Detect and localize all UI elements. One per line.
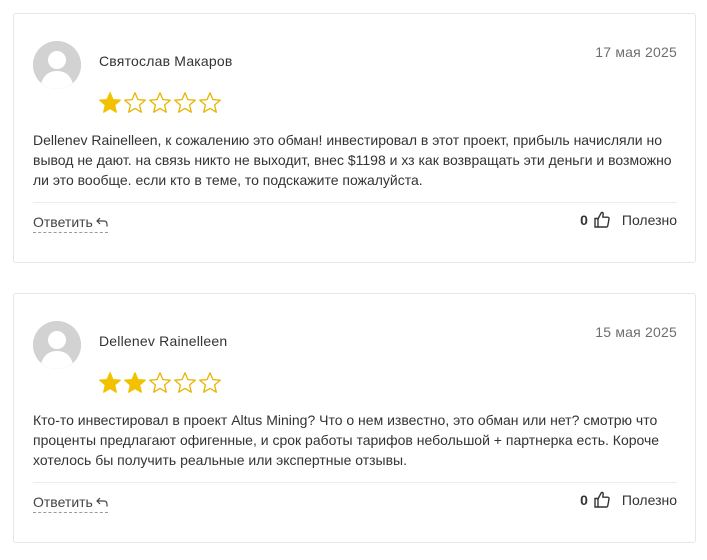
star-empty-icon	[123, 91, 147, 115]
review-author: Святослав Макаров	[99, 53, 233, 69]
star-rating	[98, 91, 222, 115]
helpful-group: 0 Полезно	[580, 211, 677, 228]
helpful-label: Полезно	[621, 491, 677, 508]
star-rating	[98, 371, 222, 395]
star-filled-icon	[123, 371, 147, 395]
reply-button[interactable]: Ответить	[33, 494, 108, 513]
divider	[33, 202, 677, 203]
thumbs-up-icon[interactable]	[594, 491, 610, 508]
star-filled-icon	[98, 91, 122, 115]
divider	[33, 482, 677, 483]
star-empty-icon	[173, 91, 197, 115]
review-date: 17 мая 2025	[595, 44, 677, 60]
like-count: 0	[580, 211, 588, 228]
star-empty-icon	[198, 91, 222, 115]
helpful-label: Полезно	[621, 211, 677, 228]
star-filled-icon	[98, 371, 122, 395]
reply-button[interactable]: Ответить	[33, 214, 108, 233]
star-empty-icon	[148, 91, 172, 115]
review-author: Dellenev Rainelleen	[99, 333, 228, 349]
reply-arrow-icon	[95, 217, 108, 227]
reply-label: Ответить	[33, 494, 93, 510]
review-card: Святослав Макаров 17 мая 2025 Dellenev R…	[13, 13, 696, 263]
star-empty-icon	[148, 371, 172, 395]
avatar-icon	[33, 321, 81, 369]
like-count: 0	[580, 491, 588, 508]
reply-label: Ответить	[33, 214, 93, 230]
star-empty-icon	[198, 371, 222, 395]
review-card: Dellenev Rainelleen 15 мая 2025 Кто-то и…	[13, 293, 696, 543]
star-empty-icon	[173, 371, 197, 395]
review-text: Dellenev Rainelleen, к сожалению это обм…	[33, 132, 672, 188]
reply-arrow-icon	[95, 497, 108, 507]
review-text: Кто-то инвестировал в проект Altus Minin…	[33, 412, 660, 468]
review-date: 15 мая 2025	[595, 324, 677, 340]
thumbs-up-icon[interactable]	[594, 211, 610, 228]
avatar-icon	[33, 41, 81, 89]
helpful-group: 0 Полезно	[580, 491, 677, 508]
